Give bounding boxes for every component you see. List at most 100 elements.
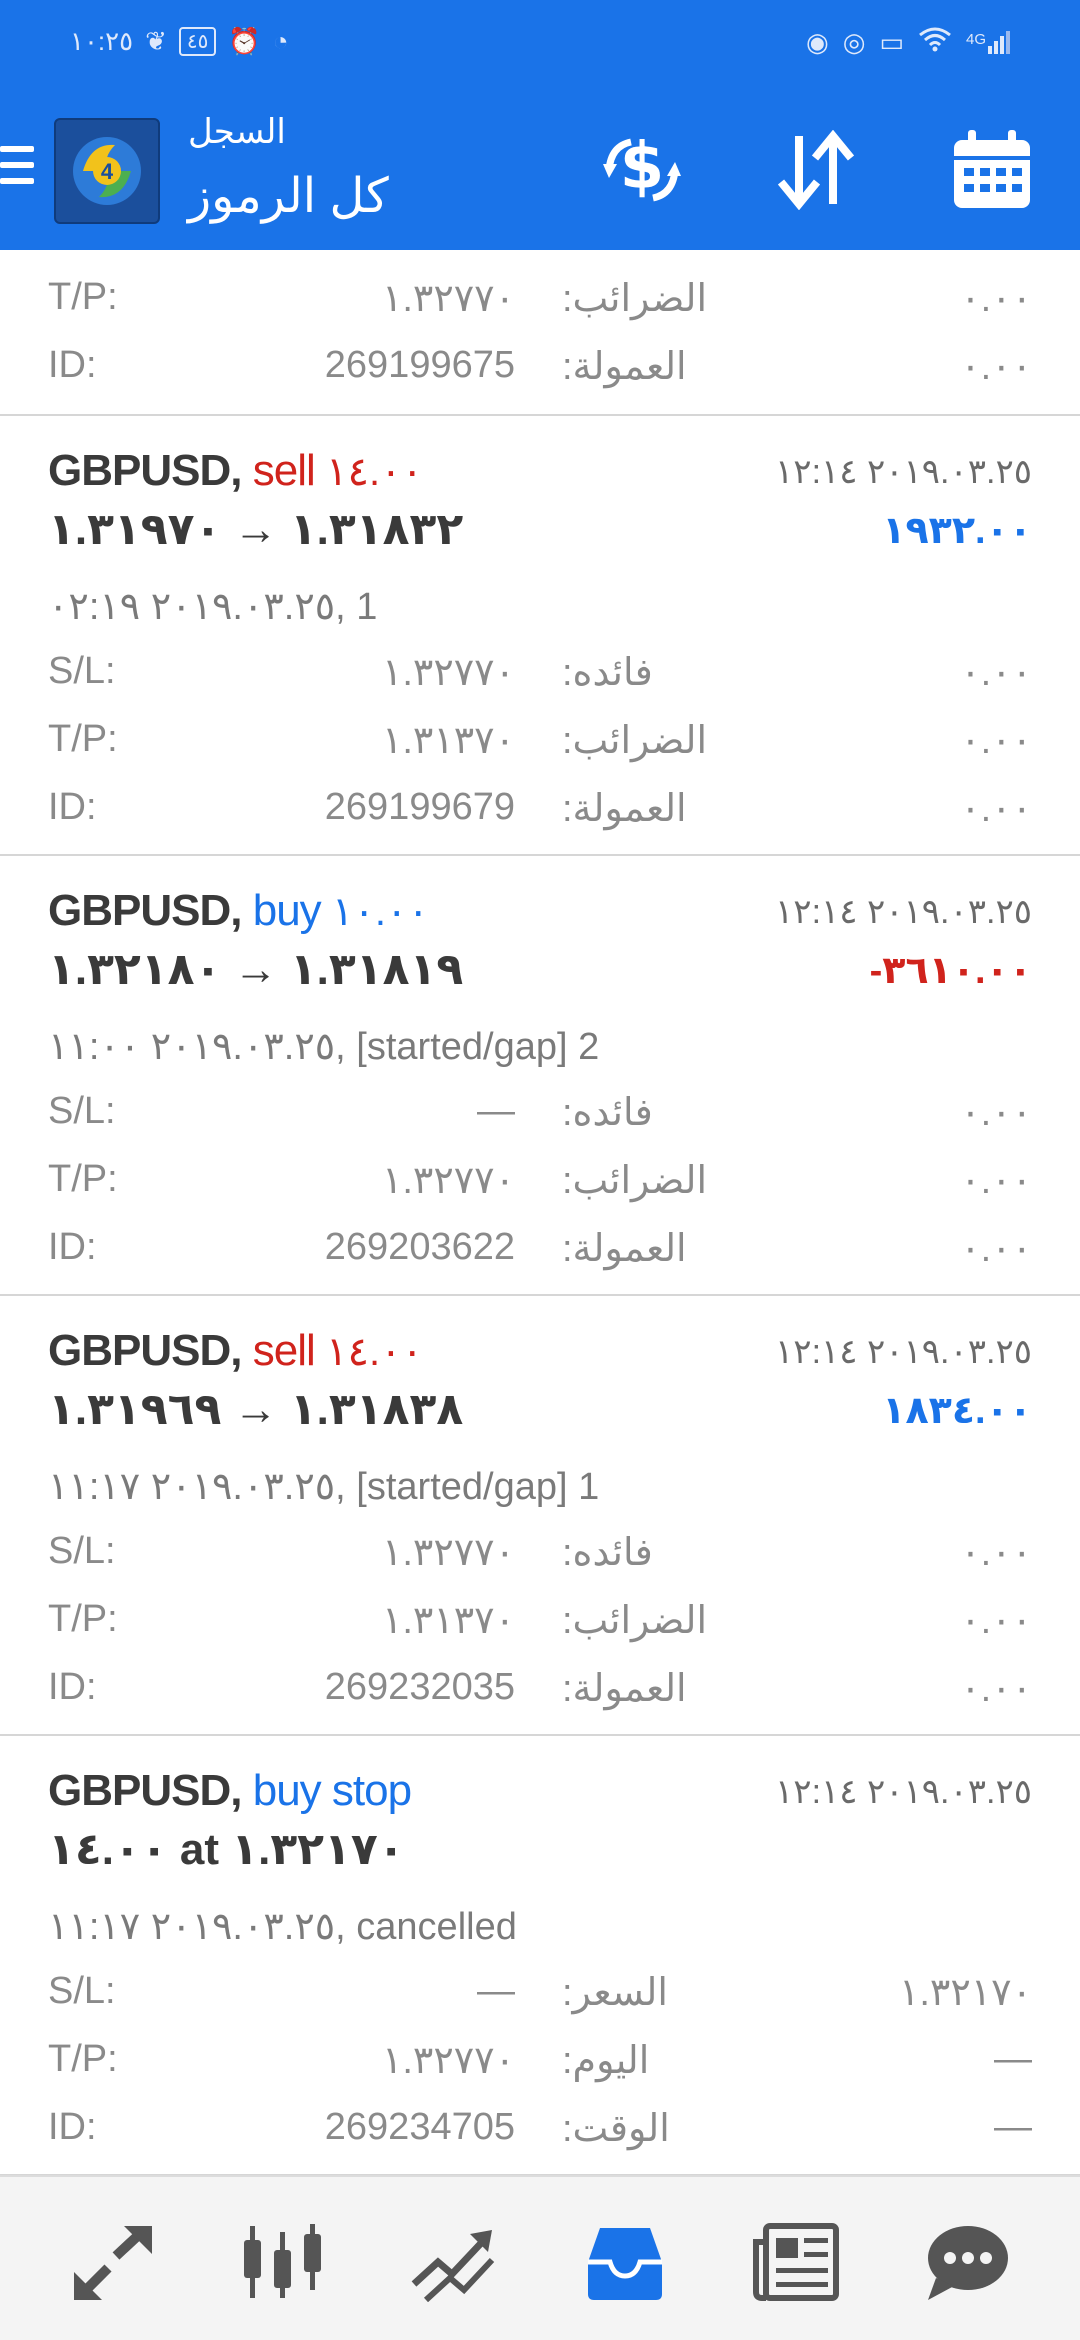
sl-key: S/L: xyxy=(48,650,116,692)
time-value: — xyxy=(994,2106,1032,2148)
network-type: 4G xyxy=(965,31,986,48)
list-item[interactable]: GBPUSD, sell ١٤.٠٠ ١.٣١٨٣٨ → ١.٣١٩٦٩ ٢٠١… xyxy=(0,1296,1080,1736)
day-label: اليوم: xyxy=(562,2040,650,2082)
id-key: ID: xyxy=(48,344,97,386)
list-item[interactable]: GBPUSD, buy ١٠.٠٠ ١.٣١٨١٩ → ١.٣٢١٨٠ ٢٠١٩… xyxy=(0,856,1080,1296)
sl-row: S/L: — السعر: ١.٣٢١٧٠ xyxy=(0,1970,1080,2020)
commission-label: العمولة: xyxy=(562,788,687,830)
metatrader-logo: 4 xyxy=(54,118,160,224)
alarm-icon: ⏰ xyxy=(228,26,261,56)
commission-value: ٠.٠٠ xyxy=(960,1668,1032,1710)
sl-value: ١.٣٢٧٧٠ xyxy=(381,652,515,694)
id-row: ID: 269234705 الوقت: — xyxy=(0,2106,1080,2156)
list-item[interactable]: T/P: ١.٣٢٧٧٠ الضرائب: ٠.٠٠ ID: 269199675… xyxy=(0,250,1080,416)
sl-key: S/L: xyxy=(48,1090,116,1132)
order-prices: ١.٣١٨٣٨ → ١.٣١٩٦٩ xyxy=(48,1385,464,1434)
commission-value: ٠.٠٠ xyxy=(960,346,1032,388)
commission-value: ٠.٠٠ xyxy=(960,1228,1032,1270)
nav-trade[interactable] xyxy=(398,2217,508,2307)
bottom-nav xyxy=(0,2175,1080,2340)
order-comment: ٢٠١٩.٠٣.٢٥ ١١:١٧, cancelled xyxy=(48,1906,517,1948)
currency-exchange-button[interactable]: $ xyxy=(592,120,692,220)
wifi-icon xyxy=(918,26,952,59)
list-item[interactable]: GBPUSD, buy stop ١٤.٠٠ at ١.٣٢١٧٠ ٢٠١٩.٠… xyxy=(0,1736,1080,2175)
interest-value: ٠.٠٠ xyxy=(960,1092,1032,1134)
tp-row: T/P: ١.٣١٣٧٠ الضرائب: ٠.٠٠ xyxy=(0,1598,1080,1648)
id-key: ID: xyxy=(48,1226,97,1268)
calendar-button[interactable] xyxy=(942,120,1042,220)
tp-row: T/P: ١.٣٢٧٧٠ اليوم: — xyxy=(0,2038,1080,2088)
order-volume: ١٤.٠٠ xyxy=(325,450,424,494)
tp-key: T/P: xyxy=(48,1158,118,1200)
tp-row: T/P: ١.٣٢٧٧٠ الضرائب: ٠.٠٠ xyxy=(0,276,1080,326)
order-comment: ٢٠١٩.٠٣.٢٥ ٠٢:١٩, 1 xyxy=(48,586,378,628)
sl-value: ١.٣٢٧٧٠ xyxy=(381,1532,515,1574)
nav-history[interactable] xyxy=(570,2217,680,2307)
nav-news[interactable] xyxy=(742,2217,852,2307)
id-key: ID: xyxy=(48,2106,97,2148)
sl-key: S/L: xyxy=(48,1530,116,1572)
sl-row: S/L: ١.٣٢٧٧٠ فائده: ٠.٠٠ xyxy=(0,1530,1080,1580)
menu-icon[interactable] xyxy=(0,146,34,194)
taxes-label: الضرائب: xyxy=(562,1160,708,1202)
id-row: ID: 269203622 العمولة: ٠.٠٠ xyxy=(0,1226,1080,1276)
order-profit: ١٨٣٤.٠٠ xyxy=(882,1390,1032,1432)
list-item[interactable]: GBPUSD, sell ١٤.٠٠ ١.٣١٨٣٢ → ١.٣١٩٧٠ ٢٠١… xyxy=(0,416,1080,856)
time-label: الوقت: xyxy=(562,2108,670,2150)
price-label: السعر: xyxy=(562,1972,668,2014)
history-list[interactable]: T/P: ١.٣٢٧٧٠ الضرائب: ٠.٠٠ ID: 269199675… xyxy=(0,250,1080,2175)
newspaper-icon xyxy=(753,2223,839,2301)
id-value: 269203622 xyxy=(324,1226,515,1268)
tp-value: ١.٣٢٧٧٠ xyxy=(381,278,515,320)
id-row: ID: 269232035 العمولة: ٠.٠٠ xyxy=(0,1666,1080,1716)
commission-label: العمولة: xyxy=(562,346,687,388)
interest-label: فائده: xyxy=(562,1092,653,1134)
interest-label: فائده: xyxy=(562,652,653,694)
app-bar: 4 السجل كل الرموز $ xyxy=(0,90,1080,250)
status-right: ◉ ◎ ▭ 4G xyxy=(806,26,1010,59)
inbox-icon xyxy=(588,2228,662,2300)
tp-row: T/P: ١.٣١٣٧٠ الضرائب: ٠.٠٠ xyxy=(0,718,1080,768)
tp-key: T/P: xyxy=(48,718,118,760)
day-value: — xyxy=(994,2038,1032,2080)
calendar-icon xyxy=(954,130,1030,208)
tp-value: ١.٣١٣٧٠ xyxy=(381,1600,515,1642)
sl-value: — xyxy=(477,1090,515,1132)
order-volume: ١٠.٠٠ xyxy=(331,890,430,934)
app-icon: ◎ xyxy=(842,27,866,57)
messenger-icon: ◉ xyxy=(806,27,829,57)
symbol-text: GBPUSD, xyxy=(48,1326,242,1375)
taxes-value: ٠.٠٠ xyxy=(960,1600,1032,1642)
order-date: ٢٠١٩.٠٣.٢٥ ١٢:١٤ xyxy=(775,453,1032,491)
signal-icon: 4G xyxy=(966,31,1010,54)
commission-label: العمولة: xyxy=(562,1228,687,1270)
chat-bubble-icon xyxy=(928,2226,1008,2300)
commission-value: ٠.٠٠ xyxy=(960,788,1032,830)
order-symbol: GBPUSD, sell ١٤.٠٠ xyxy=(48,1326,424,1376)
id-key: ID: xyxy=(48,786,97,828)
status-bar: ١٠:٢٥ ❦ ٤٥ ⏰ ◔ ◉ ◎ ▭ 4G xyxy=(0,0,1080,90)
app-subtitle: السجل xyxy=(188,113,286,151)
price-value: ١.٣٢١٧٠ xyxy=(898,1972,1032,2014)
nav-chat[interactable] xyxy=(912,2217,1022,2307)
order-prices: ١.٣١٨٣٢ → ١.٣١٩٧٠ xyxy=(48,505,464,554)
nav-chart[interactable] xyxy=(228,2217,338,2307)
taxes-label: الضرائب: xyxy=(562,278,708,320)
order-prices: ١٤.٠٠ at ١.٣٢١٧٠ xyxy=(48,1825,405,1874)
data-saver-icon: ◔ xyxy=(272,26,289,56)
tp-value: ١.٣١٣٧٠ xyxy=(381,720,515,762)
order-date: ٢٠١٩.٠٣.٢٥ ١٢:١٤ xyxy=(775,893,1032,931)
tp-key: T/P: xyxy=(48,2038,118,2080)
order-type: buy stop xyxy=(252,1766,412,1815)
id-value: 269234705 xyxy=(324,2106,515,2148)
currency-exchange-icon: $ xyxy=(603,130,681,204)
id-value: 269232035 xyxy=(324,1666,515,1708)
trend-icon xyxy=(411,2230,495,2302)
taxes-value: ٠.٠٠ xyxy=(960,278,1032,320)
order-date: ٢٠١٩.٠٣.٢٥ ١٢:١٤ xyxy=(775,1773,1032,1811)
clock: ١٠:٢٥ xyxy=(70,26,134,56)
id-row: ID: 269199675 العمولة: ٠.٠٠ xyxy=(0,344,1080,394)
nav-quotes[interactable] xyxy=(58,2217,168,2307)
sort-button[interactable] xyxy=(766,120,866,220)
taxes-label: الضرائب: xyxy=(562,1600,708,1642)
